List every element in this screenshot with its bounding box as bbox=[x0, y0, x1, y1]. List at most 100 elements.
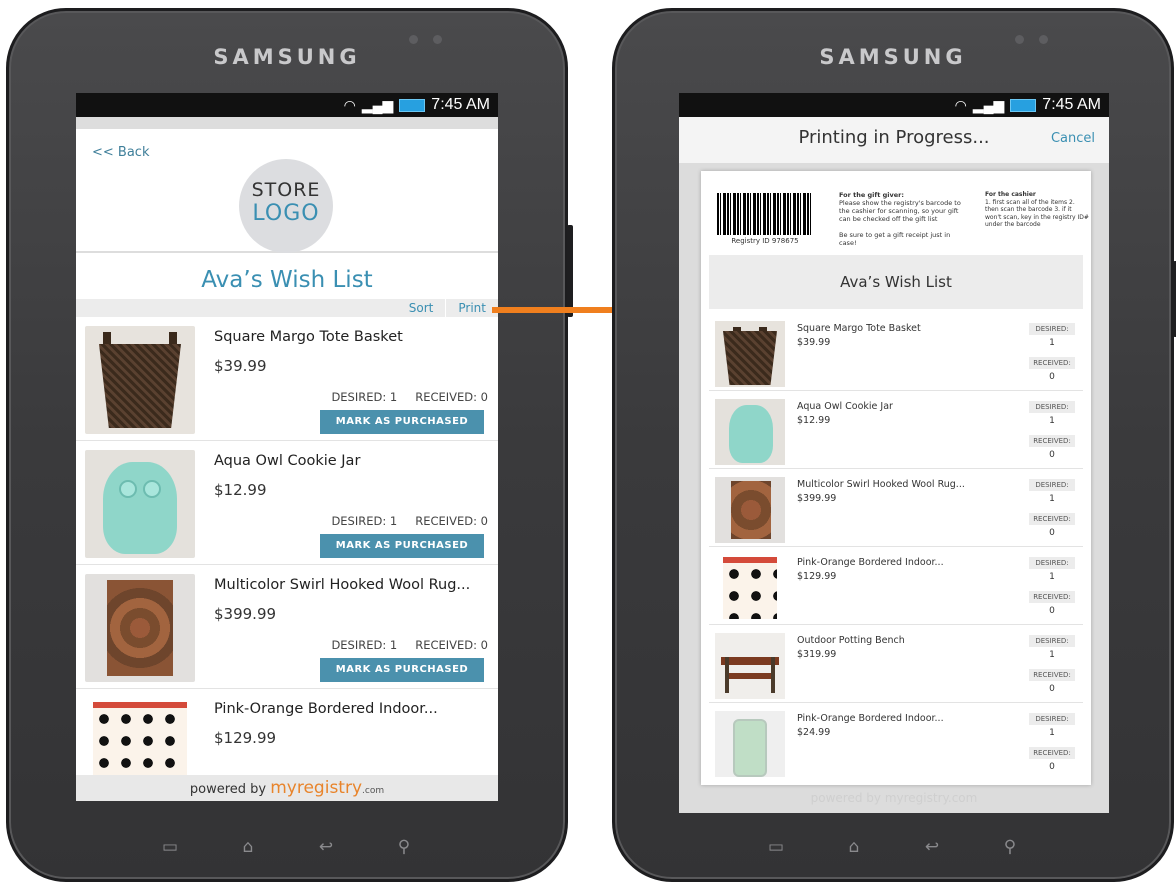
product-image[interactable] bbox=[85, 326, 195, 434]
print-list-title: Ava’s Wish List bbox=[709, 255, 1083, 309]
product-image bbox=[715, 711, 785, 777]
item-price: $24.99 bbox=[797, 727, 831, 738]
print-row: Outdoor Potting Bench $319.99 DESIRED: 1 … bbox=[709, 625, 1083, 703]
registry-id: Registry ID 978675 bbox=[731, 237, 799, 245]
print-row: Aqua Owl Cookie Jar $12.99 DESIRED: 1 REC… bbox=[709, 391, 1083, 469]
print-row: Pink-Orange Bordered Indoor... $24.99 DE… bbox=[709, 703, 1083, 781]
received-box: RECEIVED: 0 bbox=[1029, 357, 1075, 385]
product-image[interactable] bbox=[85, 450, 195, 558]
left-screen: ◠ ▂▄▆ 7:45 AM << Back STORE LOGO Ava’s W… bbox=[76, 93, 498, 801]
footer-prefix: powered by bbox=[189, 782, 271, 797]
barcode-icon bbox=[717, 193, 811, 235]
product-image bbox=[715, 477, 785, 543]
cashier-body: 1. first scan all of the items 2. then s… bbox=[985, 198, 1089, 229]
back-key-icon[interactable]: ↩ bbox=[918, 837, 946, 857]
item-name: Outdoor Potting Bench bbox=[797, 635, 905, 646]
menu-key-icon[interactable]: ▭ bbox=[762, 837, 790, 857]
cancel-button[interactable]: Cancel bbox=[1051, 131, 1095, 146]
giver-note: Be sure to get a gift receipt just in ca… bbox=[839, 231, 951, 247]
item-counts: DESIRED: 1 RECEIVED: 0 bbox=[331, 390, 488, 404]
received-box: RECEIVED: 0 bbox=[1029, 669, 1075, 697]
product-image bbox=[715, 399, 785, 465]
camera-icon bbox=[1039, 35, 1048, 44]
received-box: RECEIVED: 0 bbox=[1029, 435, 1075, 463]
sort-button[interactable]: Sort bbox=[397, 299, 446, 317]
desired-box: DESIRED: 1 bbox=[1029, 557, 1075, 585]
item-price: $129.99 bbox=[214, 729, 277, 747]
sensor-icon bbox=[1015, 35, 1024, 44]
print-button[interactable]: Print bbox=[445, 299, 498, 317]
item-name: Pink-Orange Bordered Indoor... bbox=[797, 713, 944, 724]
mark-as-purchased-button[interactable]: MARK AS PURCHASED bbox=[320, 658, 484, 682]
wifi-icon: ◠ bbox=[343, 96, 356, 113]
menu-key-icon[interactable]: ▭ bbox=[156, 837, 184, 857]
list-toolbar: Sort Print bbox=[76, 299, 498, 317]
brand-logo: SAMSUNG bbox=[213, 45, 361, 69]
search-key-icon[interactable]: ⚲ bbox=[996, 837, 1024, 857]
desired-box: DESIRED: 1 bbox=[1029, 323, 1075, 351]
item-name: Square Margo Tote Basket bbox=[797, 323, 921, 334]
left-tablet: SAMSUNG ◠ ▂▄▆ 7:45 AM << Back STORE LOGO… bbox=[6, 8, 573, 882]
print-preview: Registry ID 978675 For the gift giver: P… bbox=[701, 171, 1091, 785]
item-name[interactable]: Multicolor Swirl Hooked Wool Rug... bbox=[214, 577, 470, 593]
item-price: $12.99 bbox=[214, 481, 267, 499]
print-title: Printing in Progress... bbox=[798, 127, 990, 148]
item-name: Multicolor Swirl Hooked Wool Rug... bbox=[797, 479, 965, 490]
home-key-icon[interactable]: ⌂ bbox=[840, 837, 868, 857]
list-item[interactable]: Multicolor Swirl Hooked Wool Rug... $399… bbox=[76, 565, 498, 689]
desired-count: DESIRED: 1 bbox=[331, 390, 398, 404]
item-name[interactable]: Aqua Owl Cookie Jar bbox=[214, 453, 360, 469]
item-price: $39.99 bbox=[214, 357, 267, 375]
print-header: Printing in Progress... Cancel bbox=[679, 117, 1109, 163]
item-name[interactable]: Square Margo Tote Basket bbox=[214, 329, 403, 345]
print-row: Square Margo Tote Basket $39.99 DESIRED:… bbox=[709, 313, 1083, 391]
item-price: $399.99 bbox=[214, 605, 277, 623]
header-strip bbox=[76, 117, 498, 129]
product-image[interactable] bbox=[85, 574, 195, 682]
received-count: RECEIVED: 0 bbox=[415, 514, 488, 528]
mark-as-purchased-button[interactable]: MARK AS PURCHASED bbox=[320, 410, 484, 434]
right-screen: ◠ ▂▄▆ 7:45 AM Printing in Progress... Ca… bbox=[679, 93, 1109, 813]
product-image bbox=[715, 633, 785, 699]
list-item[interactable]: Aqua Owl Cookie Jar $12.99 DESIRED: 1 REC… bbox=[76, 441, 498, 565]
item-name: Aqua Owl Cookie Jar bbox=[797, 401, 893, 412]
desired-box: DESIRED: 1 bbox=[1029, 635, 1075, 663]
list-item[interactable]: Square Margo Tote Basket $39.99 DESIRED:… bbox=[76, 317, 498, 441]
mark-as-purchased-button[interactable]: MARK AS PURCHASED bbox=[320, 534, 484, 558]
camera-icon bbox=[433, 35, 442, 44]
list-title: Ava’s Wish List bbox=[201, 267, 373, 293]
signal-icon: ▂▄▆ bbox=[972, 96, 1005, 113]
store-logo: STORE LOGO bbox=[239, 159, 333, 253]
received-box: RECEIVED: 0 bbox=[1029, 513, 1075, 541]
home-key-icon[interactable]: ⌂ bbox=[234, 837, 262, 857]
item-price: $399.99 bbox=[797, 493, 837, 504]
item-price: $12.99 bbox=[797, 415, 831, 426]
received-count: RECEIVED: 0 bbox=[415, 390, 488, 404]
back-key-icon[interactable]: ↩ bbox=[312, 837, 340, 857]
powered-by-footer[interactable]: powered by myregistry.com bbox=[76, 775, 498, 801]
battery-icon bbox=[399, 98, 426, 112]
right-tablet: SAMSUNG ◠ ▂▄▆ 7:45 AM Printing in Progre… bbox=[612, 8, 1176, 882]
giver-instructions: For the gift giver: Please show the regi… bbox=[839, 191, 967, 247]
desired-count: DESIRED: 1 bbox=[331, 514, 398, 528]
print-row: Multicolor Swirl Hooked Wool Rug... $399… bbox=[709, 469, 1083, 547]
store-logo-line2: LOGO bbox=[252, 201, 320, 226]
battery-icon bbox=[1010, 98, 1037, 112]
store-logo-line1: STORE bbox=[251, 179, 321, 201]
item-price: $319.99 bbox=[797, 649, 837, 660]
item-name[interactable]: Pink-Orange Bordered Indoor... bbox=[214, 701, 438, 717]
received-count: RECEIVED: 0 bbox=[415, 638, 488, 652]
item-price: $39.99 bbox=[797, 337, 831, 348]
back-link[interactable]: << Back bbox=[92, 145, 149, 160]
signal-icon: ▂▄▆ bbox=[361, 96, 394, 113]
faded-footer: powered by myregistry.com bbox=[810, 791, 978, 805]
store-header: << Back STORE LOGO bbox=[76, 129, 498, 253]
item-name: Pink-Orange Bordered Indoor... bbox=[797, 557, 944, 568]
search-key-icon[interactable]: ⚲ bbox=[390, 837, 418, 857]
status-bar: ◠ ▂▄▆ 7:45 AM bbox=[679, 93, 1109, 117]
item-counts: DESIRED: 1 RECEIVED: 0 bbox=[331, 638, 488, 652]
wifi-icon: ◠ bbox=[954, 96, 967, 113]
item-price: $129.99 bbox=[797, 571, 837, 582]
status-bar: ◠ ▂▄▆ 7:45 AM bbox=[76, 93, 498, 117]
footer-brand: myregistry bbox=[270, 778, 363, 798]
